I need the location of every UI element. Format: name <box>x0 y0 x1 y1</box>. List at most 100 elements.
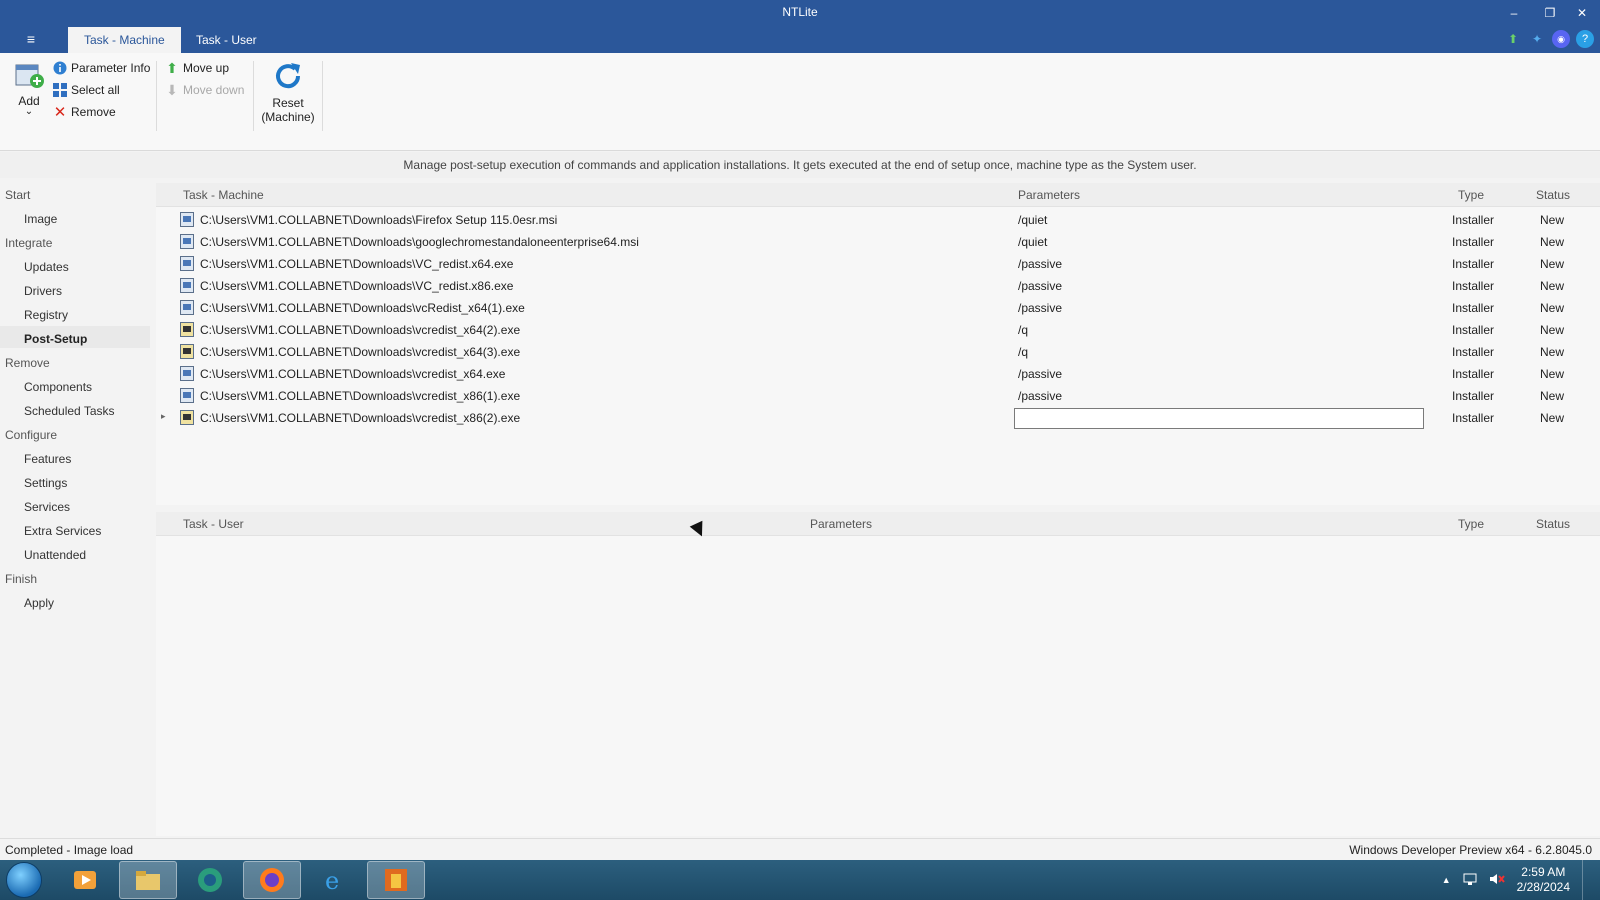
column-header-type[interactable]: Type <box>1458 517 1484 531</box>
task-params[interactable]: /passive <box>1018 279 1062 293</box>
title-bar: NTLite – ❐ ✕ ≡ Task - Machine Task - Use… <box>0 0 1600 53</box>
installer-file-icon <box>180 388 194 403</box>
remove-label: Remove <box>71 105 116 119</box>
help-icon[interactable]: ? <box>1576 30 1594 48</box>
column-header-task-machine[interactable]: Task - Machine <box>183 188 264 202</box>
table-row[interactable]: C:\Users\VM1.COLLABNET\Downloads\vcredis… <box>156 319 1600 341</box>
sidebar-item-components[interactable]: Components <box>24 380 92 394</box>
sidebar-group-start[interactable]: Start <box>5 188 30 202</box>
close-button[interactable]: ✕ <box>1564 2 1600 24</box>
tab-task-user[interactable]: Task - User <box>180 27 273 53</box>
task-status: New <box>1540 235 1565 249</box>
network-icon[interactable] <box>181 861 239 899</box>
exe-file-icon <box>180 322 194 337</box>
sidebar-item-settings[interactable]: Settings <box>24 476 67 490</box>
tab-task-machine[interactable]: Task - Machine <box>68 27 181 53</box>
clock-time: 2:59 AM <box>1521 865 1566 879</box>
network-tray-icon[interactable] <box>1463 872 1477 889</box>
task-params[interactable]: /passive <box>1018 301 1062 315</box>
os-version-text: Windows Developer Preview x64 - 6.2.8045… <box>1349 843 1592 857</box>
arrow-up-icon: ⬆ <box>166 59 178 76</box>
table-row[interactable]: C:\Users\VM1.COLLABNET\Downloads\VC_redi… <box>156 253 1600 275</box>
taskbar: e ▲ 2:59 AM 2/28/2024 <box>0 860 1600 900</box>
expand-arrow-icon[interactable]: ▸ <box>161 411 166 422</box>
restore-button[interactable]: ❐ <box>1532 2 1568 24</box>
sidebar-item-drivers[interactable]: Drivers <box>24 284 62 298</box>
move-up-button[interactable]: ⬆ Move up <box>165 58 229 78</box>
clock[interactable]: 2:59 AM 2/28/2024 <box>1517 865 1570 895</box>
move-down-button[interactable]: ⬇ Move down <box>165 80 244 100</box>
column-header-task-user[interactable]: Task - User <box>183 517 244 531</box>
minimize-button[interactable]: – <box>1496 2 1532 24</box>
sidebar-item-post-setup[interactable]: Post-Setup <box>24 332 87 346</box>
info-icon <box>53 61 67 75</box>
sidebar-item-features[interactable]: Features <box>24 452 71 466</box>
clock-date: 2/28/2024 <box>1516 880 1570 894</box>
remove-button[interactable]: ✕ Remove <box>53 102 116 122</box>
show-desktop-button[interactable] <box>1582 860 1592 900</box>
ntlite-icon[interactable] <box>367 861 425 899</box>
sidebar-item-extra-services[interactable]: Extra Services <box>24 524 101 538</box>
sidebar-item-updates[interactable]: Updates <box>24 260 69 274</box>
sidebar-item-services[interactable]: Services <box>24 500 70 514</box>
table-row[interactable]: ▸ C:\Users\VM1.COLLABNET\Downloads\vcred… <box>156 407 1600 429</box>
table-row[interactable]: C:\Users\VM1.COLLABNET\Downloads\Firefox… <box>156 209 1600 231</box>
task-params[interactable]: /passive <box>1018 257 1062 271</box>
media-player-icon[interactable] <box>56 861 114 899</box>
twitter-icon[interactable]: ✦ <box>1528 30 1546 48</box>
column-header-parameters[interactable]: Parameters <box>810 517 872 531</box>
reset-icon <box>276 63 301 89</box>
select-all-button[interactable]: Select all <box>53 80 120 100</box>
internet-explorer-icon[interactable]: e <box>305 861 363 899</box>
parameters-edit-field[interactable] <box>1014 408 1424 429</box>
machine-table-header: Task - Machine Parameters Type Status <box>156 183 1600 207</box>
task-type: Installer <box>1452 279 1495 293</box>
file-explorer-icon[interactable] <box>119 861 177 899</box>
task-path: C:\Users\VM1.COLLABNET\Downloads\vcredis… <box>200 389 521 403</box>
table-row[interactable]: C:\Users\VM1.COLLABNET\Downloads\vcRedis… <box>156 297 1600 319</box>
reset-machine-button[interactable]: Reset (Machine) <box>258 59 318 124</box>
task-params[interactable]: /q <box>1018 323 1028 337</box>
task-params[interactable]: /q <box>1018 345 1028 359</box>
sidebar-item-apply[interactable]: Apply <box>24 596 54 610</box>
task-type: Installer <box>1452 257 1495 271</box>
task-type: Installer <box>1452 411 1495 425</box>
sidebar-item-unattended[interactable]: Unattended <box>24 548 86 562</box>
sidebar-item-image[interactable]: Image <box>24 212 57 226</box>
update-arrow-icon[interactable]: ⬆ <box>1504 30 1522 48</box>
volume-muted-icon[interactable] <box>1489 872 1505 889</box>
msi-file-icon <box>180 234 194 249</box>
column-header-type[interactable]: Type <box>1458 188 1484 202</box>
column-header-status[interactable]: Status <box>1536 188 1570 202</box>
sidebar-group-remove[interactable]: Remove <box>5 356 50 370</box>
task-params[interactable]: /passive <box>1018 367 1062 381</box>
table-row[interactable]: C:\Users\VM1.COLLABNET\Downloads\vcredis… <box>156 385 1600 407</box>
start-button[interactable] <box>6 862 42 898</box>
column-header-parameters[interactable]: Parameters <box>1018 188 1080 202</box>
task-params[interactable]: /quiet <box>1018 213 1047 227</box>
task-params[interactable]: /passive <box>1018 389 1062 403</box>
move-up-label: Move up <box>183 61 230 75</box>
table-row[interactable]: C:\Users\VM1.COLLABNET\Downloads\googlec… <box>156 231 1600 253</box>
sidebar-group-finish[interactable]: Finish <box>5 572 37 586</box>
sidebar-item-scheduled-tasks[interactable]: Scheduled Tasks <box>24 404 115 418</box>
menu-icon[interactable]: ≡ <box>20 30 42 48</box>
ribbon: Add ⌄ Parameter Info Select all ✕ Remove… <box>0 53 1600 151</box>
table-row[interactable]: C:\Users\VM1.COLLABNET\Downloads\VC_redi… <box>156 275 1600 297</box>
tray-arrow-icon[interactable]: ▲ <box>1442 875 1451 885</box>
firefox-icon[interactable] <box>243 861 301 899</box>
sidebar-group-configure[interactable]: Configure <box>5 428 57 442</box>
installer-file-icon <box>180 300 194 315</box>
table-row[interactable]: C:\Users\VM1.COLLABNET\Downloads\vcredis… <box>156 341 1600 363</box>
parameter-info-button[interactable]: Parameter Info <box>53 58 150 78</box>
sidebar-item-registry[interactable]: Registry <box>24 308 68 322</box>
status-bar: Completed - Image load Windows Developer… <box>0 838 1600 860</box>
task-params[interactable]: /quiet <box>1018 235 1047 249</box>
task-status: New <box>1540 323 1565 337</box>
sidebar-group-integrate[interactable]: Integrate <box>5 236 52 250</box>
discord-icon[interactable]: ◉ <box>1552 30 1570 48</box>
table-row[interactable]: C:\Users\VM1.COLLABNET\Downloads\vcredis… <box>156 363 1600 385</box>
task-status: New <box>1540 213 1565 227</box>
column-header-status[interactable]: Status <box>1536 517 1570 531</box>
add-button[interactable]: Add ⌄ <box>10 59 48 117</box>
